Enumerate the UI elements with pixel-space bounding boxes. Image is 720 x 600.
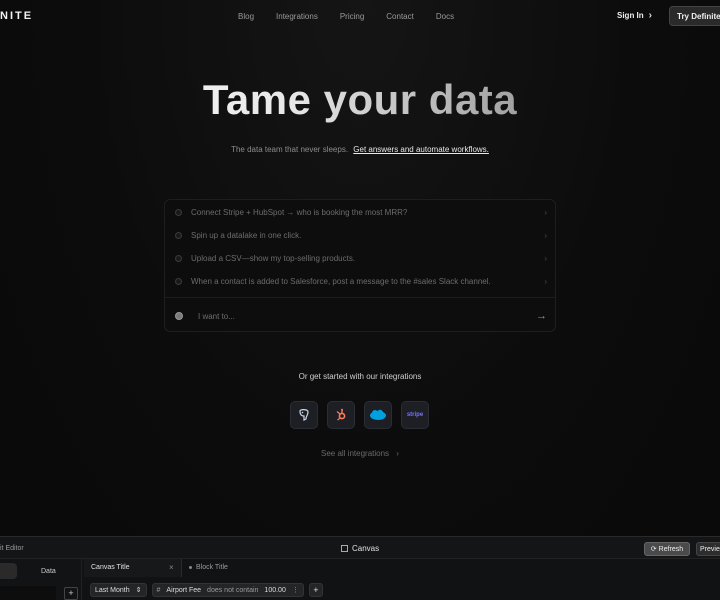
suggestion-item[interactable]: Connect Stripe + HubSpot → who is bookin… xyxy=(175,204,547,220)
editor-preview: it Editor Canvas ⟳ Refresh Previe Data +… xyxy=(0,536,720,600)
tab-block-title[interactable]: Block Title xyxy=(189,564,228,571)
hero-subtitle: The data team that never sleeps. Get ans… xyxy=(0,145,720,154)
suggestion-text: When a contact is added to Salesforce, p… xyxy=(191,276,491,286)
logo[interactable]: NITE xyxy=(0,10,33,22)
landing-page: NITE Blog Integrations Pricing Contact D… xyxy=(0,0,720,600)
hubspot-icon xyxy=(336,408,346,421)
suggestion-icon xyxy=(175,277,182,285)
editor-sidebar: Data + xyxy=(0,559,82,600)
chevron-right-icon: › xyxy=(648,9,653,21)
tab-canvas-title[interactable]: Canvas Title × xyxy=(84,559,182,577)
period-value: Last Month xyxy=(95,586,130,594)
globe-icon[interactable] xyxy=(175,312,183,320)
suggestion-item[interactable]: Spin up a datalake in one click. › xyxy=(175,227,547,243)
nav-link-blog[interactable]: Blog xyxy=(238,12,254,21)
filter-field: Airport Fee xyxy=(166,586,202,594)
prompt-input-row: → xyxy=(175,308,547,324)
add-filter-button[interactable]: + xyxy=(308,583,323,597)
chevron-right-icon: › xyxy=(544,253,547,263)
integrations-row: stripe xyxy=(290,401,429,429)
suggestion-item[interactable]: Upload a CSV—show my top-selling product… xyxy=(175,250,547,266)
tab-label: Block Title xyxy=(196,564,228,571)
integrations-label: Or get started with our integrations xyxy=(298,372,422,381)
tab-label: Canvas Title xyxy=(91,564,130,571)
editor-toolbar: it Editor Canvas ⟳ Refresh Previe xyxy=(0,537,720,559)
canvas-icon xyxy=(341,545,348,552)
updown-icon: ⇕ xyxy=(135,587,142,594)
editor-mode-label[interactable]: it Editor xyxy=(0,545,24,552)
chevron-right-icon: › xyxy=(544,230,547,240)
suggestion-text: Connect Stripe + HubSpot → who is bookin… xyxy=(191,207,408,217)
stripe-integration[interactable]: stripe xyxy=(401,401,429,429)
sidebar-tab-data[interactable]: Data xyxy=(41,568,56,575)
preview-button[interactable]: Previe xyxy=(696,542,720,556)
hero-subtitle-link[interactable]: Get answers and automate workflows. xyxy=(353,145,489,154)
hero-subtitle-text: The data team that never sleeps. xyxy=(231,145,349,154)
suggestion-icon xyxy=(175,208,182,216)
hash-icon: # xyxy=(156,586,161,594)
refresh-button[interactable]: ⟳ Refresh xyxy=(644,542,690,556)
try-definite-button[interactable]: Try Definite n xyxy=(669,6,720,26)
stripe-icon: stripe xyxy=(406,412,424,418)
top-nav: NITE Blog Integrations Pricing Contact D… xyxy=(0,0,720,34)
sidebar-search[interactable] xyxy=(0,586,56,600)
close-icon[interactable]: × xyxy=(169,563,174,572)
canvas-label: Canvas xyxy=(352,544,380,553)
postgres-icon xyxy=(299,409,309,421)
suggestion-item[interactable]: When a contact is added to Salesforce, p… xyxy=(175,273,547,289)
sign-in-label: Sign In xyxy=(617,11,644,20)
filter-value: 100.00 xyxy=(264,586,286,594)
dot-icon xyxy=(189,566,192,569)
see-all-label: See all integrations xyxy=(321,449,390,458)
salesforce-icon xyxy=(370,409,386,420)
period-select[interactable]: Last Month ⇕ xyxy=(90,583,147,597)
suggestion-text: Spin up a datalake in one click. xyxy=(191,230,302,240)
add-icon[interactable]: + xyxy=(64,587,78,600)
postgres-integration[interactable] xyxy=(290,401,318,429)
more-icon[interactable]: ⋮ xyxy=(292,586,299,594)
nav-link-pricing[interactable]: Pricing xyxy=(340,12,364,21)
chevron-right-icon: › xyxy=(396,449,399,458)
hubspot-integration[interactable] xyxy=(327,401,355,429)
divider xyxy=(165,297,555,298)
canvas-title: Canvas xyxy=(341,544,379,553)
filter-operator: does not contain xyxy=(207,586,259,594)
hero-title: Tame your data xyxy=(0,76,720,124)
prompt-input[interactable] xyxy=(198,311,536,321)
sidebar-tab[interactable] xyxy=(0,563,17,579)
send-arrow-icon[interactable]: → xyxy=(536,310,547,322)
chevron-right-icon: › xyxy=(544,276,547,286)
suggestion-icon xyxy=(175,254,182,262)
refresh-label: Refresh xyxy=(658,545,684,553)
chevron-right-icon: › xyxy=(544,207,547,217)
sign-in-link[interactable]: Sign In › xyxy=(617,9,653,21)
suggestion-icon xyxy=(175,231,182,239)
nav-links: Blog Integrations Pricing Contact Docs xyxy=(238,12,476,21)
nav-link-integrations[interactable]: Integrations xyxy=(276,12,318,21)
filter-chip[interactable]: # Airport Fee does not contain 100.00 ⋮ xyxy=(151,583,304,597)
nav-link-contact[interactable]: Contact xyxy=(386,12,414,21)
see-all-integrations-link[interactable]: See all integrations › xyxy=(0,449,720,458)
filter-row: Last Month ⇕ # Airport Fee does not cont… xyxy=(90,583,323,597)
suggestion-text: Upload a CSV—show my top-selling product… xyxy=(191,253,356,263)
refresh-icon: ⟳ xyxy=(650,546,657,553)
prompt-box: Connect Stripe + HubSpot → who is bookin… xyxy=(164,199,556,332)
salesforce-integration[interactable] xyxy=(364,401,392,429)
nav-link-docs[interactable]: Docs xyxy=(436,12,454,21)
